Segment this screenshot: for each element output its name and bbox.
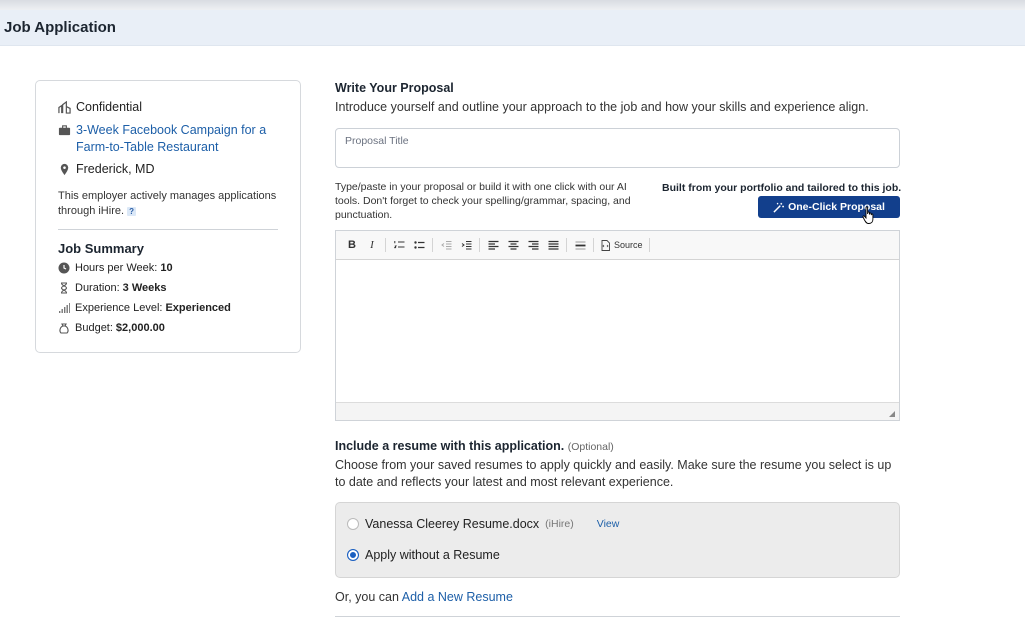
summary-duration: Duration: 3 Weeks [58, 282, 166, 294]
align-center-button[interactable] [503, 236, 523, 254]
summary-budget-value: $2,000.00 [115, 322, 165, 334]
hand-pointer-icon [862, 206, 874, 224]
resize-handle-icon[interactable] [889, 411, 895, 417]
optional-tag: (Optional) [567, 441, 614, 453]
add-resume-line: Or, you can Add a New Resume [335, 590, 513, 604]
resume-option-none[interactable]: Apply without a Resume [347, 548, 500, 562]
hourglass-icon [60, 282, 68, 294]
justify-button[interactable] [543, 236, 563, 254]
resume-file-name: Vanessa Cleerey Resume.docx [365, 517, 540, 531]
summary-hours-value: 10 [160, 262, 173, 274]
radio-selected[interactable] [347, 549, 359, 561]
summary-hours-label: Hours per Week: [75, 262, 158, 274]
proposal-section-title: Write Your Proposal [335, 81, 454, 95]
toolbar-separator [593, 238, 594, 252]
clock-icon [58, 262, 70, 274]
map-pin-icon [60, 163, 69, 176]
indent-button[interactable] [456, 236, 476, 254]
company-row: Confidential [58, 100, 142, 114]
signal-bars-icon [59, 303, 70, 313]
italic-button[interactable]: I [362, 236, 382, 254]
employer-note-text: This employer actively manages applicati… [58, 190, 277, 217]
alt-prefix: Or, you can [335, 590, 399, 604]
summary-experience-value: Experienced [165, 302, 231, 314]
company-name: Confidential [76, 100, 143, 114]
align-center-icon [508, 240, 518, 250]
summary-hours: Hours per Week: 10 [58, 262, 173, 274]
apply-without-resume-label: Apply without a Resume [365, 548, 500, 562]
summary-budget-label: Budget: [75, 322, 113, 334]
employer-note: This employer actively manages applicati… [58, 189, 288, 219]
summary-duration-value: 3 Weeks [122, 282, 167, 294]
bulleted-list-icon [413, 240, 424, 249]
resume-section-title: Include a resume with this application. … [335, 439, 614, 453]
align-right-icon [528, 240, 538, 250]
resume-description: Choose from your saved resumes to apply … [335, 458, 892, 489]
resume-option-saved[interactable]: Vanessa Cleerey Resume.docx (iHire) View [347, 517, 619, 531]
radio-unselected[interactable] [347, 518, 359, 530]
proposal-body-textarea[interactable] [336, 260, 899, 402]
resume-source-tag: (iHire) [545, 518, 574, 530]
card-divider [58, 229, 278, 230]
bold-button[interactable]: B [342, 236, 362, 254]
add-new-resume-link[interactable]: Add a New Resume [402, 590, 513, 604]
toolbar-separator [432, 238, 433, 252]
summary-experience: Experience Level: Experienced [58, 302, 231, 314]
view-resume-link[interactable]: View [597, 518, 620, 530]
horizontal-line-button[interactable] [570, 236, 590, 254]
bulleted-list-button[interactable] [409, 236, 429, 254]
outdent-button[interactable] [436, 236, 456, 254]
help-icon[interactable]: ? [127, 206, 137, 216]
browser-top-bar [0, 0, 1025, 10]
location-row: Frederick, MD [58, 162, 154, 176]
one-click-proposal-button[interactable]: One-Click Proposal [758, 196, 900, 218]
toolbar-separator [385, 238, 386, 252]
indent-icon [461, 240, 471, 249]
justify-icon [548, 240, 558, 250]
job-summary-title: Job Summary [58, 241, 144, 256]
align-left-button[interactable] [483, 236, 503, 254]
briefcase-icon [58, 125, 71, 136]
horizontal-line-icon [575, 241, 585, 249]
source-document-icon [601, 239, 610, 251]
location-text: Frederick, MD [76, 162, 155, 176]
toolbar-separator [479, 238, 480, 252]
proposal-editor: B I Source [335, 230, 900, 421]
toolbar-separator [566, 238, 567, 252]
magic-wand-icon [773, 202, 785, 213]
page-header: Job Application [0, 10, 1025, 46]
page-title: Job Application [4, 19, 116, 36]
align-left-icon [488, 240, 498, 250]
numbered-list-icon [393, 240, 404, 248]
source-label: Source [614, 240, 643, 250]
built-from-portfolio-label: Built from your portfolio and tailored t… [662, 182, 902, 194]
proposal-help-text: Type/paste in your proposal or build it … [335, 181, 631, 221]
section-divider [335, 616, 900, 617]
buildings-icon [58, 101, 71, 114]
job-title-link[interactable]: 3-Week Facebook Campaign for a Farm-to-T… [76, 122, 278, 156]
numbered-list-button[interactable] [389, 236, 409, 254]
editor-statusbar [336, 402, 899, 420]
summary-experience-label: Experience Level: [75, 302, 163, 314]
proposal-intro: Introduce yourself and outline your appr… [335, 100, 869, 114]
editor-toolbar: B I Source [336, 231, 899, 260]
job-details-card: Confidential 3-Week Facebook Campaign fo… [35, 80, 301, 353]
resume-title-text: Include a resume with this application. [335, 439, 565, 453]
summary-duration-label: Duration: [75, 282, 120, 294]
toolbar-separator [648, 238, 650, 252]
proposal-title-input[interactable]: Proposal Title [335, 128, 900, 168]
resume-options-box: Vanessa Cleerey Resume.docx (iHire) View… [335, 502, 900, 578]
align-right-button[interactable] [523, 236, 543, 254]
summary-budget: Budget: $2,000.00 [58, 322, 165, 334]
job-title-row[interactable]: 3-Week Facebook Campaign for a Farm-to-T… [58, 122, 278, 156]
proposal-title-placeholder: Proposal Title [345, 135, 409, 147]
outdent-icon [440, 240, 451, 249]
money-bag-icon [59, 323, 69, 334]
source-button[interactable]: Source [597, 236, 646, 254]
